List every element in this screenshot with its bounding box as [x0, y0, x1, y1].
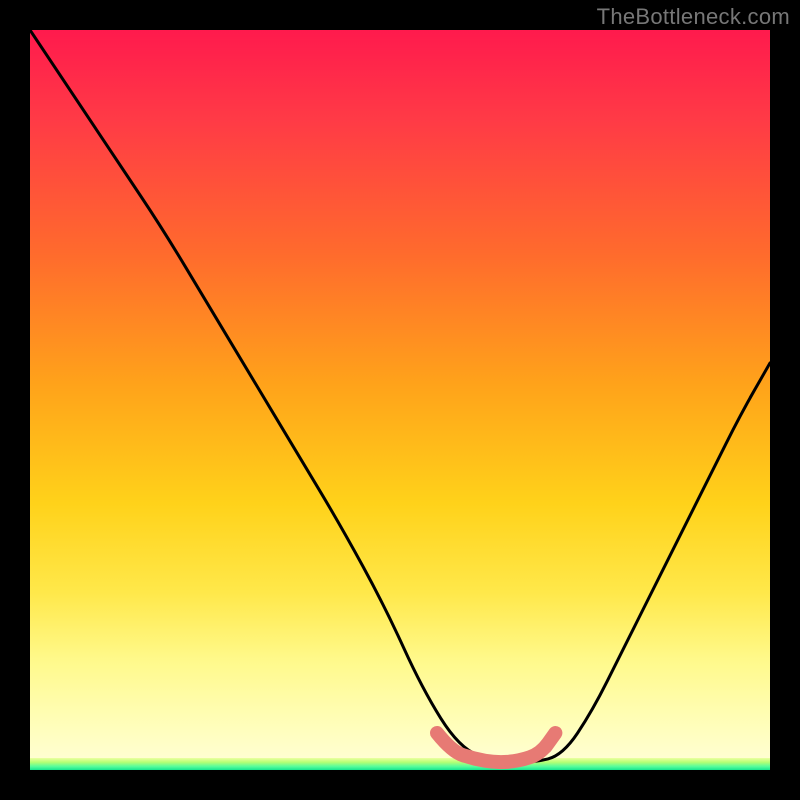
chart-frame: TheBottleneck.com	[0, 0, 800, 800]
watermark-text: TheBottleneck.com	[597, 4, 790, 30]
plot-area	[30, 30, 770, 770]
bottleneck-curve	[30, 30, 770, 763]
curve-layer	[30, 30, 770, 770]
